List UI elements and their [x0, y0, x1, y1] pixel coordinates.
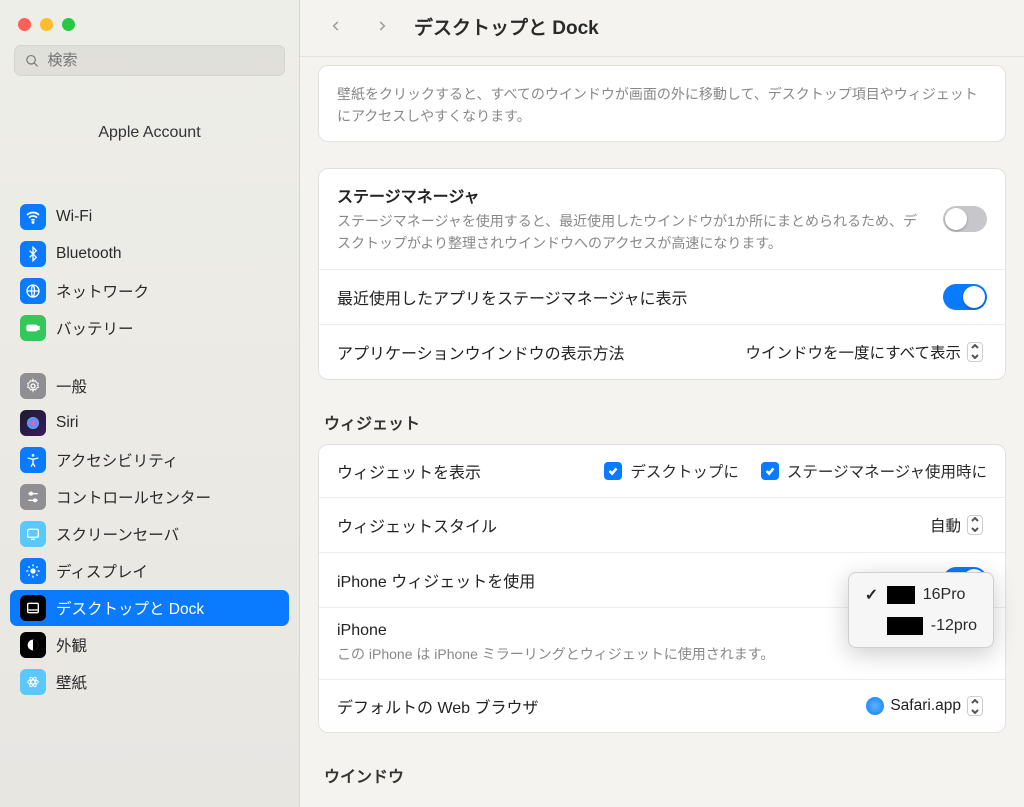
sidebar-item-siri[interactable]: Siri — [10, 405, 289, 441]
window-method-popup[interactable]: ウインドウを一度にすべて表示 — [742, 339, 987, 365]
checkbox-stage-label: ステージマネージャ使用時に — [787, 460, 987, 482]
sidebar-item-screensaver[interactable]: スクリーンセーバ — [10, 516, 289, 552]
desktop-dock-icon — [20, 595, 46, 621]
checkbox-icon — [761, 462, 779, 480]
window-method-value: ウインドウを一度にすべて表示 — [746, 341, 961, 363]
iphone-selector-dropdown[interactable]: ✓ 16Pro -12pro — [848, 572, 994, 648]
redacted-text — [887, 586, 915, 604]
sidebar-item-label: Bluetooth — [56, 245, 122, 263]
dropdown-item-label: -12pro — [931, 617, 977, 635]
widget-style-label: ウィジェットスタイル — [337, 513, 497, 537]
bluetooth-icon — [20, 241, 46, 267]
widgets-heading: ウィジェット — [318, 406, 1006, 444]
wallpaper-click-desc: 壁紙をクリックすると、すべてのウインドウが画面の外に移動して、デスクトップ項目や… — [337, 84, 987, 127]
stepper-icon — [967, 515, 983, 535]
sidebar-item-desktop-dock[interactable]: デスクトップと Dock — [10, 590, 289, 626]
forward-button[interactable] — [368, 12, 396, 40]
widget-style-popup[interactable]: 自動 — [926, 512, 987, 538]
dropdown-item[interactable]: -12pro — [855, 611, 987, 641]
checkbox-desktop[interactable]: デスクトップに — [604, 460, 739, 482]
sidebar-item-label: 一般 — [56, 375, 87, 397]
recent-apps-toggle[interactable] — [943, 284, 987, 310]
sidebar-item-appearance[interactable]: 外観 — [10, 627, 289, 663]
sidebar-item-label: コントロールセンター — [56, 486, 211, 508]
sidebar-item-label: バッテリー — [56, 317, 134, 339]
stepper-icon — [967, 342, 983, 362]
default-browser-popup[interactable]: Safari.app — [862, 694, 987, 718]
header: デスクトップと Dock — [300, 0, 1024, 57]
page-title: デスクトップと Dock — [414, 13, 599, 40]
display-icon — [20, 558, 46, 584]
show-widgets-label: ウィジェットを表示 — [337, 459, 481, 483]
window-controls — [0, 0, 299, 45]
sidebar: Apple Account Wi-Fi Bluetooth ネットワーク バッテ… — [0, 0, 300, 807]
sidebar-item-label: ディスプレイ — [56, 560, 148, 582]
checkbox-icon — [604, 462, 622, 480]
sidebar-item-label: スクリーンセーバ — [56, 523, 179, 545]
stage-manager-toggle[interactable] — [943, 206, 987, 232]
dropdown-item-label: 16Pro — [923, 586, 966, 604]
screensaver-icon — [20, 521, 46, 547]
minimize-button[interactable] — [40, 18, 53, 31]
recent-apps-label: 最近使用したアプリをステージマネージャに表示 — [337, 285, 688, 309]
sidebar-item-accessibility[interactable]: アクセシビリティ — [10, 442, 289, 478]
sidebar-item-wifi[interactable]: Wi-Fi — [10, 199, 289, 235]
iphone-widgets-label: iPhone ウィジェットを使用 — [337, 568, 535, 592]
default-browser-label: デフォルトの Web ブラウザ — [337, 694, 539, 718]
default-browser-value: Safari.app — [890, 697, 961, 715]
top-card: 壁紙をクリックすると、すべてのウインドウが画面の外に移動して、デスクトップ項目や… — [318, 65, 1006, 142]
main-panel: デスクトップと Dock 壁紙をクリックすると、すべてのウインドウが画面の外に移… — [300, 0, 1024, 807]
control-center-icon — [20, 484, 46, 510]
sidebar-item-label: 外観 — [56, 634, 87, 656]
sidebar-item-label: Wi-Fi — [56, 208, 92, 226]
checkbox-desktop-label: デスクトップに — [630, 460, 739, 482]
search-field[interactable] — [14, 45, 285, 76]
stepper-icon — [967, 696, 983, 716]
accessibility-icon — [20, 447, 46, 473]
sidebar-item-bluetooth[interactable]: Bluetooth — [10, 236, 289, 272]
appearance-icon — [20, 632, 46, 658]
sidebar-item-battery[interactable]: バッテリー — [10, 310, 289, 346]
search-icon — [25, 53, 40, 69]
stage-manager-desc: ステージマネージャを使用すると、最近使用したウインドウが1か所にまとめられるため… — [337, 211, 927, 254]
back-button[interactable] — [322, 12, 350, 40]
wifi-icon — [20, 204, 46, 230]
network-icon — [20, 278, 46, 304]
sidebar-item-label: 壁紙 — [56, 671, 87, 693]
apple-account[interactable]: Apple Account — [0, 86, 299, 198]
sidebar-item-network[interactable]: ネットワーク — [10, 273, 289, 309]
sidebar-item-label: デスクトップと Dock — [56, 597, 204, 619]
sidebar-item-general[interactable]: 一般 — [10, 368, 289, 404]
sidebar-item-display[interactable]: ディスプレイ — [10, 553, 289, 589]
stage-manager-card: ステージマネージャ ステージマネージャを使用すると、最近使用したウインドウが1か… — [318, 168, 1006, 379]
safari-icon — [866, 697, 884, 715]
battery-icon — [20, 315, 46, 341]
sidebar-item-wallpaper[interactable]: 壁紙 — [10, 664, 289, 700]
wallpaper-icon — [20, 669, 46, 695]
checkmark-icon: ✓ — [865, 585, 879, 605]
close-button[interactable] — [18, 18, 31, 31]
window-method-label: アプリケーションウインドウの表示方法 — [337, 340, 625, 364]
redacted-text — [887, 617, 923, 635]
content: 壁紙をクリックすると、すべてのウインドウが画面の外に移動して、デスクトップ項目や… — [300, 57, 1024, 807]
gear-icon — [20, 373, 46, 399]
window-heading: ウインドウ — [318, 759, 1006, 797]
search-input[interactable] — [48, 52, 274, 69]
sidebar-item-label: アクセシビリティ — [56, 449, 178, 471]
sidebar-item-label: ネットワーク — [56, 280, 149, 302]
sidebar-item-controlcenter[interactable]: コントロールセンター — [10, 479, 289, 515]
checkbox-stage[interactable]: ステージマネージャ使用時に — [761, 460, 987, 482]
maximize-button[interactable] — [62, 18, 75, 31]
sidebar-list: Wi-Fi Bluetooth ネットワーク バッテリー 一般 Siri アクセ… — [0, 198, 299, 807]
sidebar-item-label: Siri — [56, 414, 78, 432]
siri-icon — [20, 410, 46, 436]
stage-manager-title: ステージマネージャ — [337, 183, 927, 207]
widget-style-value: 自動 — [930, 514, 961, 536]
dropdown-item[interactable]: ✓ 16Pro — [855, 579, 987, 611]
